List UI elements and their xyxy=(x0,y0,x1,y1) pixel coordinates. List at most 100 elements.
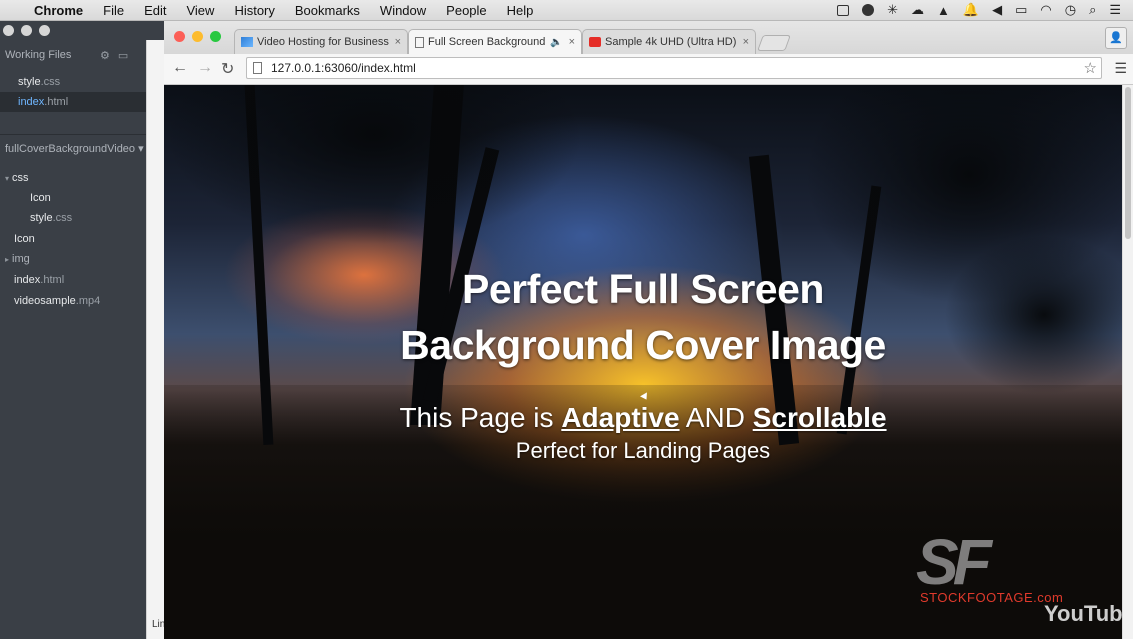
menu-history[interactable]: History xyxy=(234,3,274,18)
spark-tray-icon[interactable]: ✳ xyxy=(887,2,898,18)
minimize-window-button[interactable] xyxy=(192,31,203,42)
drive-tray-icon[interactable]: ▲ xyxy=(937,3,950,18)
page-favicon-icon xyxy=(415,36,424,48)
project-name: fullCoverBackgroundVideo xyxy=(5,143,136,155)
sidebar-divider xyxy=(0,134,146,135)
tree-label: videosample xyxy=(14,295,76,307)
file-name: index xyxy=(18,96,45,108)
chrome-menu-icon[interactable]: ☰ xyxy=(1114,60,1127,77)
tab-video-hosting[interactable]: Video Hosting for Business × xyxy=(234,29,408,54)
working-files-icons: ⚙▭ xyxy=(100,49,136,62)
cloud-tray-icon[interactable]: ☁ xyxy=(911,2,924,18)
title-line-1: Perfect Full Screen xyxy=(462,266,824,312)
page-viewport: Perfect Full Screen Background Cover Ima… xyxy=(164,85,1122,639)
file-ext: .html xyxy=(44,96,69,108)
stockfootage-logo: SF xyxy=(916,526,992,598)
window-controls xyxy=(174,31,221,42)
tab-sample-4k-uhd[interactable]: Sample 4k UHD (Ultra HD) × xyxy=(582,29,756,54)
notification-center-icon[interactable]: ☰ xyxy=(1109,2,1121,18)
editor-close-button[interactable] xyxy=(3,25,14,36)
subtitle: This Page is Adaptive AND Scrollable xyxy=(164,401,1122,435)
tagline: Perfect for Landing Pages xyxy=(515,438,771,463)
mac-menubar: Chrome File Edit View History Bookmarks … xyxy=(0,0,1133,21)
working-file-index-html[interactable]: index.html xyxy=(0,92,146,112)
tree-label: Icon xyxy=(14,233,35,245)
vertical-scrollbar[interactable] xyxy=(1122,85,1133,639)
project-title[interactable]: fullCoverBackgroundVideo ▾ xyxy=(5,142,144,155)
editor-zoom-button[interactable] xyxy=(39,25,50,36)
tree-file-icon[interactable]: Icon xyxy=(14,229,35,249)
working-file-style-css[interactable]: style.css xyxy=(0,72,146,92)
editor-sidebar: Working Files ⚙▭ style.css index.html fu… xyxy=(0,21,165,639)
split-view-icon[interactable]: ▭ xyxy=(118,50,136,62)
adaptive-link[interactable]: Adaptive xyxy=(561,402,679,433)
volume-icon[interactable]: ◀ xyxy=(992,2,1002,18)
spotlight-search-icon[interactable]: ⌕ xyxy=(1089,2,1096,18)
menu-people[interactable]: People xyxy=(446,3,486,18)
tree-ext: .mp4 xyxy=(75,295,101,307)
tab-strip: Video Hosting for Business × Full Screen… xyxy=(164,21,1133,54)
tab-close-icon[interactable]: × xyxy=(743,36,749,48)
tab-close-icon[interactable]: × xyxy=(569,36,575,48)
wistia-favicon-icon xyxy=(241,37,253,47)
tree-label: Icon xyxy=(30,192,51,204)
tree-file-style-css[interactable]: style.css xyxy=(30,208,72,228)
editor-minimize-button[interactable] xyxy=(21,25,32,36)
profile-avatar-icon[interactable]: 👤 xyxy=(1105,27,1127,49)
menu-edit[interactable]: Edit xyxy=(144,3,166,18)
scrollable-link[interactable]: Scrollable xyxy=(753,402,887,433)
address-bar[interactable]: 127.0.0.1:63060/index.html ☆ xyxy=(246,57,1102,79)
tree-folder-css[interactable]: ▾ css xyxy=(5,168,29,188)
tree-label: css xyxy=(12,172,29,184)
caret-down-icon: ▾ xyxy=(5,174,10,183)
foliage-decoration xyxy=(164,85,584,245)
tree-file-icon[interactable]: Icon xyxy=(30,188,51,208)
tree-file-index-html[interactable]: index.html xyxy=(14,270,64,290)
menu-file[interactable]: File xyxy=(103,3,124,18)
clock-icon[interactable]: ◷ xyxy=(1065,2,1076,18)
caret-right-icon: ▸ xyxy=(5,255,10,264)
subtitle-prefix: This Page is xyxy=(399,402,562,433)
forward-arrow-icon[interactable]: → xyxy=(197,59,213,77)
tree-ext: .css xyxy=(52,212,73,224)
tab-title: Video Hosting for Business xyxy=(257,36,389,48)
url-text[interactable]: 127.0.0.1:63060/index.html xyxy=(271,61,416,75)
editor-window-controls xyxy=(3,25,50,36)
youtube-watermark: YouTube xyxy=(1044,601,1122,626)
page-title: Perfect Full Screen Background Cover Ima… xyxy=(164,261,1122,373)
new-tab-button[interactable] xyxy=(757,35,791,51)
tab-title: Full Screen Background xyxy=(428,36,546,48)
back-arrow-icon[interactable]: ← xyxy=(172,59,188,77)
menu-help[interactable]: Help xyxy=(507,3,534,18)
menu-bookmarks[interactable]: Bookmarks xyxy=(295,3,360,18)
tab-full-screen-background[interactable]: Full Screen Background 🔈 × xyxy=(408,29,582,54)
browser-toolbar: ← → ↻ 127.0.0.1:63060/index.html ☆ ☰ xyxy=(164,54,1133,85)
youtube-favicon-icon xyxy=(589,37,601,47)
bookmark-star-icon[interactable]: ☆ xyxy=(1084,59,1097,77)
tree-label: img xyxy=(12,253,30,265)
page-info-icon[interactable] xyxy=(253,62,262,74)
menu-chrome[interactable]: Chrome xyxy=(34,3,83,18)
record-tray-icon[interactable] xyxy=(862,4,875,16)
scrollbar-thumb[interactable] xyxy=(1125,87,1131,239)
tree-label: style xyxy=(30,212,53,224)
tree-folder-img[interactable]: ▸ img xyxy=(5,249,30,269)
close-window-button[interactable] xyxy=(174,31,185,42)
tab-close-icon[interactable]: × xyxy=(395,36,401,48)
subtitle-and: AND xyxy=(679,402,753,433)
tab-title: Sample 4k UHD (Ultra HD) xyxy=(605,36,737,48)
notification-bell-icon[interactable]: 🔔 xyxy=(963,2,979,18)
file-name: style xyxy=(18,76,41,88)
menu-view[interactable]: View xyxy=(186,3,214,18)
zoom-window-button[interactable] xyxy=(210,31,221,42)
gear-icon[interactable]: ⚙ xyxy=(100,50,118,62)
wifi-icon[interactable]: ◠ xyxy=(1040,2,1051,18)
battery-icon[interactable]: ▭ xyxy=(1015,2,1027,18)
tree-file-videosample-mp4[interactable]: videosample.mp4 xyxy=(14,291,100,311)
audio-playing-icon[interactable]: 🔈 xyxy=(550,37,562,48)
reload-icon[interactable]: ↻ xyxy=(221,59,234,79)
chrome-window: Video Hosting for Business × Full Screen… xyxy=(164,21,1133,639)
title-line-2: Background Cover Image xyxy=(400,322,886,368)
menu-window[interactable]: Window xyxy=(380,3,426,18)
app-tray-icon[interactable] xyxy=(837,4,850,16)
